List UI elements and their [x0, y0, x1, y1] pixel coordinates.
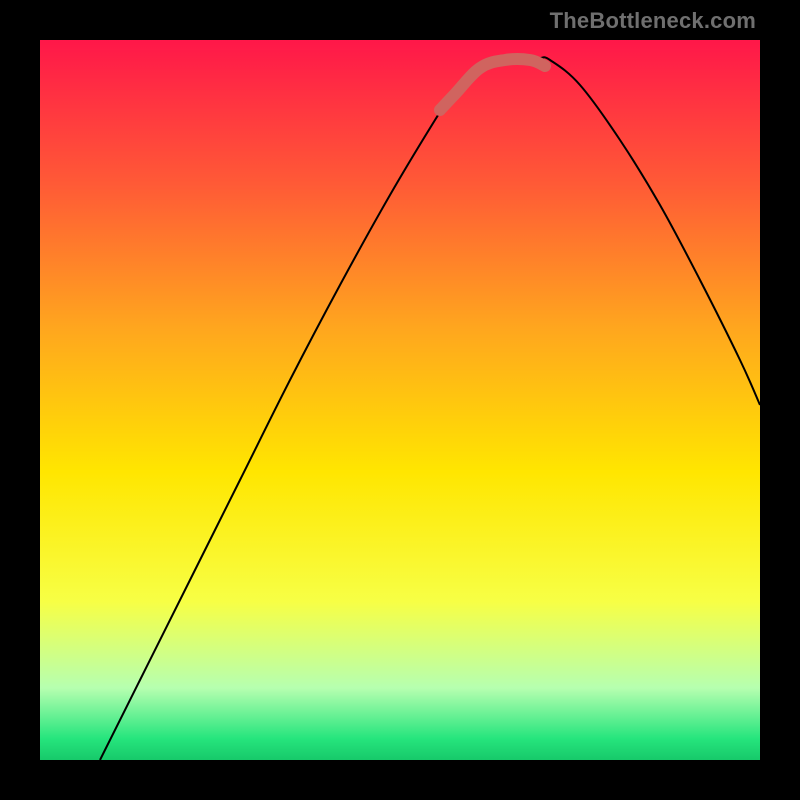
watermark-text: TheBottleneck.com: [550, 8, 756, 34]
chart-svg: [40, 40, 760, 760]
chart-area: [40, 40, 760, 760]
gradient-background: [40, 40, 760, 760]
